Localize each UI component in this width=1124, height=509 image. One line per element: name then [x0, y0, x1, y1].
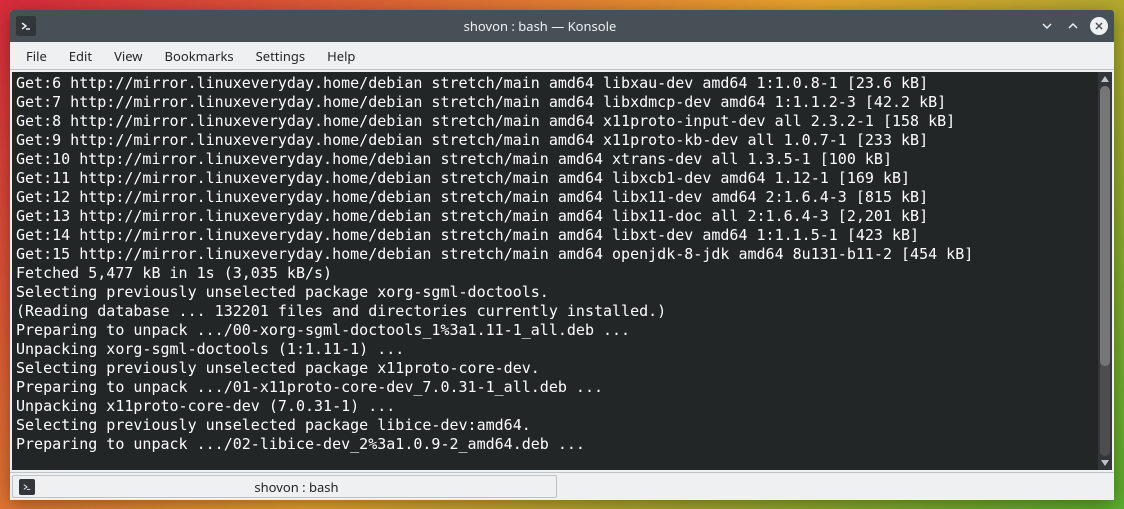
tab-session[interactable]: shovon : bash: [12, 475, 557, 498]
terminal-line: Get:10 http://mirror.linuxeveryday.home/…: [16, 150, 1094, 169]
maximize-button[interactable]: [1064, 17, 1082, 35]
terminal-output[interactable]: Get:6 http://mirror.linuxeveryday.home/d…: [12, 72, 1098, 470]
terminal-line: Get:8 http://mirror.linuxeveryday.home/d…: [16, 112, 1094, 131]
terminal-line: Get:7 http://mirror.linuxeveryday.home/d…: [16, 93, 1094, 112]
terminal-line: Get:11 http://mirror.linuxeveryday.home/…: [16, 169, 1094, 188]
terminal-line: Selecting previously unselected package …: [16, 283, 1094, 302]
terminal-icon: [19, 479, 35, 495]
terminal-line: (Reading database ... 132201 files and d…: [16, 302, 1094, 321]
menu-settings[interactable]: Settings: [246, 43, 315, 69]
minimize-button[interactable]: [1038, 17, 1056, 35]
tab-label: shovon : bash: [43, 478, 550, 496]
terminal-area: Get:6 http://mirror.linuxeveryday.home/d…: [10, 70, 1114, 472]
menu-bookmarks[interactable]: Bookmarks: [155, 43, 244, 69]
terminal-line: Get:14 http://mirror.linuxeveryday.home/…: [16, 226, 1094, 245]
terminal-line: Get:15 http://mirror.linuxeveryday.home/…: [16, 245, 1094, 264]
window-title: shovon : bash — Konsole: [42, 17, 1038, 35]
menu-view[interactable]: View: [104, 43, 152, 69]
terminal-line: Get:13 http://mirror.linuxeveryday.home/…: [16, 207, 1094, 226]
scrollbar[interactable]: [1098, 72, 1112, 470]
window-controls: [1038, 17, 1108, 35]
menu-file[interactable]: File: [16, 43, 57, 69]
terminal-line: Unpacking x11proto-core-dev (7.0.31-1) .…: [16, 397, 1094, 416]
konsole-window: shovon : bash — Konsole File Edit View B…: [10, 10, 1114, 500]
app-icon: [16, 16, 36, 36]
terminal-line: Selecting previously unselected package …: [16, 359, 1094, 378]
titlebar[interactable]: shovon : bash — Konsole: [10, 10, 1114, 42]
terminal-line: Selecting previously unselected package …: [16, 416, 1094, 435]
terminal-line: Fetched 5,477 kB in 1s (3,035 kB/s): [16, 264, 1094, 283]
terminal-line: Get:12 http://mirror.linuxeveryday.home/…: [16, 188, 1094, 207]
terminal-line: Get:9 http://mirror.linuxeveryday.home/d…: [16, 131, 1094, 150]
tabbar: shovon : bash: [10, 472, 1114, 500]
scrollbar-thumb[interactable]: [1100, 86, 1110, 366]
terminal-line: Preparing to unpack .../00-xorg-sgml-doc…: [16, 321, 1094, 340]
scroll-up-icon[interactable]: [1098, 72, 1112, 86]
close-button[interactable]: [1090, 17, 1108, 35]
terminal-line: Preparing to unpack .../02-libice-dev_2%…: [16, 435, 1094, 454]
terminal-line: Preparing to unpack .../01-x11proto-core…: [16, 378, 1094, 397]
terminal-line: Unpacking xorg-sgml-doctools (1:1.11-1) …: [16, 340, 1094, 359]
scroll-down-icon[interactable]: [1098, 456, 1112, 470]
menu-edit[interactable]: Edit: [59, 43, 102, 69]
menubar: File Edit View Bookmarks Settings Help: [10, 42, 1114, 70]
menu-help[interactable]: Help: [317, 43, 365, 69]
terminal-line: Get:6 http://mirror.linuxeveryday.home/d…: [16, 74, 1094, 93]
